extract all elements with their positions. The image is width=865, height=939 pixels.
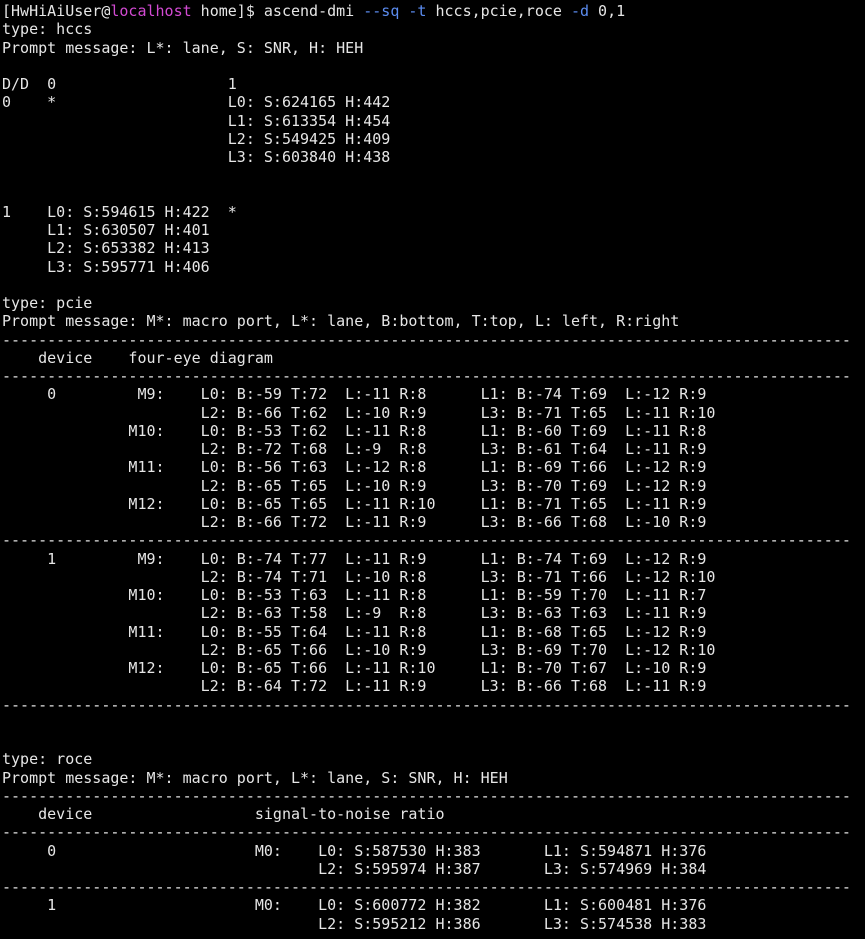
output-line: 0 * L0: S:624165 H:442: [2, 93, 391, 112]
output-line: L2: B:-66 T:72 L:-11 R:9 L3: B:-66 T:68 …: [2, 513, 707, 531]
output-line: M12: L0: B:-65 T:65 L:-11 R:10 L1: B:-71…: [2, 494, 707, 513]
output-line: M10: L0: B:-53 T:63 L:-11 R:8 L1: B:-59 …: [2, 586, 707, 604]
command-types-arg: hccs,pcie,roce: [426, 2, 571, 20]
output-line: ----------------------------------------…: [2, 695, 851, 714]
output-line: L2: B:-74 T:71 L:-10 R:8 L3: B:-71 T:66 …: [2, 567, 716, 586]
command-option-sq: --sq: [363, 2, 400, 20]
output-line: L2: B:-65 T:65 L:-10 R:9 L3: B:-70 T:69 …: [2, 476, 707, 495]
command-option-t: -t: [408, 2, 427, 20]
terminal-window[interactable]: [HwHiAiUser@localhost home]$ ascend-dmi …: [0, 0, 865, 939]
command-name: ascend-dmi: [263, 2, 364, 20]
output-line: device signal-to-noise ratio: [2, 805, 445, 823]
output-line: M11: L0: B:-56 T:63 L:-12 R:8 L1: B:-69 …: [2, 458, 707, 477]
output-line: 0 M9: L0: B:-59 T:72 L:-11 R:8 L1: B:-74…: [2, 385, 707, 404]
output-line: ----------------------------------------…: [2, 878, 851, 896]
output-line: Prompt message: L*: lane, S: SNR, H: HEH: [2, 38, 364, 57]
output-line: L2: S:549425 H:409: [2, 129, 391, 148]
output-line: Prompt message: M*: macro port, L*: lane…: [2, 768, 508, 787]
prompt-user: HwHiAiUser@: [11, 2, 111, 20]
output-line: M10: L0: B:-53 T:62 L:-11 R:8 L1: B:-60 …: [2, 421, 707, 440]
output-line: ----------------------------------------…: [2, 531, 851, 550]
output-line: type: hccs: [2, 20, 93, 39]
output-line: 1 L0: S:594615 H:422 *: [2, 202, 237, 221]
output-line: type: pcie: [2, 294, 93, 312]
output-line: D/D 0 1: [2, 75, 237, 93]
output-line: L2: B:-63 T:58 L:-9 R:8 L3: B:-63 T:63 L…: [2, 604, 707, 623]
command-prompt-line: [HwHiAiUser@localhost home]$ ascend-dmi …: [2, 2, 865, 20]
command-devices-arg: 0,1: [589, 2, 626, 20]
prompt-bracket: [: [2, 2, 12, 20]
output-line: L3: S:603840 H:438: [2, 148, 391, 166]
output-line: device four-eye diagram: [2, 348, 273, 367]
output-line: M11: L0: B:-55 T:64 L:-11 R:8 L1: B:-68 …: [2, 622, 707, 641]
output-line: M12: L0: B:-65 T:66 L:-11 R:10 L1: B:-70…: [2, 659, 707, 677]
output-line: 0 M0: L0: S:587530 H:383 L1: S:594871 H:…: [2, 841, 707, 860]
output-line: ----------------------------------------…: [2, 933, 865, 939]
output-line: L2: S:653382 H:413: [2, 239, 210, 258]
output-line: L2: B:-64 T:72 L:-11 R:9 L3: B:-66 T:68 …: [2, 677, 707, 696]
prompt-host: localhost: [110, 2, 192, 20]
output-line: Prompt message: M*: macro port, L*: lane…: [2, 312, 680, 331]
output-line: ----------------------------------------…: [2, 823, 851, 842]
prompt-path: home]$: [191, 2, 264, 20]
output-line: L2: B:-65 T:66 L:-10 R:9 L3: B:-69 T:70 …: [2, 640, 716, 659]
output-line: L2: S:595974 H:387 L3: S:574969 H:384: [2, 859, 707, 878]
output-line: L2: B:-72 T:68 L:-9 R:8 L3: B:-61 T:64 L…: [2, 440, 707, 458]
output-line: ----------------------------------------…: [2, 786, 851, 805]
output-line: 1 M9: L0: B:-74 T:77 L:-11 R:9 L1: B:-74…: [2, 549, 707, 568]
output-line: L1: S:630507 H:401: [2, 221, 210, 239]
output-line: type: roce: [2, 750, 93, 769]
output-line: ----------------------------------------…: [2, 330, 851, 349]
command-option-d: -d: [570, 2, 590, 20]
output-line: L1: S:613354 H:454: [2, 111, 391, 130]
output-line: 1 M0: L0: S:600772 H:382 L1: S:600481 H:…: [2, 896, 707, 915]
output-line: L2: B:-66 T:62 L:-10 R:9 L3: B:-71 T:65 …: [2, 403, 716, 422]
output-line: ----------------------------------------…: [2, 367, 851, 385]
terminal-output: type: hccs Prompt message: L*: lane, S: S…: [2, 20, 865, 939]
output-line: L2: S:595212 H:386 L3: S:574538 H:383: [2, 914, 707, 933]
output-line: L3: S:595771 H:406: [2, 257, 210, 276]
